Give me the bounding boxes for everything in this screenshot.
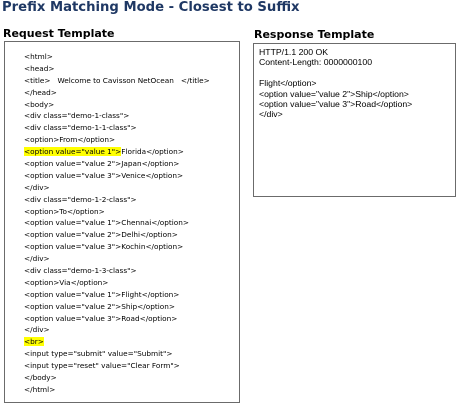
- code-text: </div>: [24, 325, 50, 335]
- code-text: <html>: [24, 52, 53, 61]
- request-template-heading: Request Template: [3, 27, 115, 40]
- response-line: <option value="value 2">Ship</option>: [259, 88, 409, 99]
- response-line: Content-Length: 0000000100: [259, 57, 373, 68]
- code-line: <div class="demo-1-1-class">: [24, 122, 210, 134]
- code-text: <option value="value 1">Chennai</option>: [24, 218, 189, 228]
- code-text: <option>To</option>: [24, 206, 105, 216]
- code-text: <div class="demo-1-class">: [24, 111, 130, 121]
- response-template-heading: Response Template: [254, 28, 375, 41]
- highlighted-match: <br>: [24, 337, 44, 347]
- code-text: <div class="demo-1-2-class">: [24, 194, 137, 204]
- code-line: <div class="demo-1-2-class">: [24, 194, 210, 206]
- code-line: <option value="value 3">Road</option>: [24, 313, 210, 325]
- code-line: <option>To</option>: [24, 206, 210, 218]
- code-text: </div>: [24, 254, 50, 264]
- code-text: <div class="demo-1-1-class">: [24, 123, 137, 133]
- response-template-box: HTTP/1.1 200 OK Content-Length: 000000010…: [253, 43, 456, 197]
- code-text: </div>: [24, 182, 50, 192]
- code-text: <body>: [24, 99, 55, 109]
- code-line: </div>: [24, 253, 210, 265]
- response-line: <option value="value 3">Road</option>: [259, 98, 413, 109]
- request-code-lines: <html> <head> <title> Welcome to Cavisson …: [24, 51, 210, 396]
- code-text: <option>Via</option>: [24, 277, 109, 287]
- code-text: <div class="demo-1-3-class">: [24, 266, 137, 276]
- code-line: <div class="demo-1-class">: [24, 110, 210, 122]
- code-text: <option>From</option>: [24, 135, 116, 145]
- code-line: </div>: [24, 324, 210, 336]
- code-text: <input type="reset" value="Clear Form">: [24, 361, 180, 371]
- code-line: </head>: [24, 87, 210, 99]
- code-text: <option value="value 1">Flight</option>: [24, 289, 180, 299]
- code-line: <head>: [24, 63, 210, 75]
- code-line: <option value="value 3">Kochin</option>: [24, 241, 210, 253]
- code-text: <option value="value 3">Venice</option>: [24, 170, 184, 180]
- response-line: HTTP/1.1 200 OK: [259, 47, 329, 57]
- request-template-box: <html> <head> <title> Welcome to Cavisson …: [4, 41, 240, 403]
- code-line: <br>: [24, 336, 210, 348]
- code-line: </div>: [24, 182, 210, 194]
- code-text: <option value="value 3">Road</option>: [24, 313, 178, 323]
- code-line: <html>: [24, 51, 210, 63]
- code-line: <option value="value 2">Delhi</option>: [24, 229, 210, 241]
- code-text: <option value="value 2">Ship</option>: [24, 301, 175, 311]
- response-line: Flight</option>: [259, 78, 317, 89]
- code-line: <option value="value 2">Ship</option>: [24, 301, 210, 313]
- code-text: <option value="value 2">Japan</option>: [24, 159, 180, 169]
- code-line: <body>: [24, 99, 210, 111]
- code-line: <option value="value 1">Flight</option>: [24, 289, 210, 301]
- code-text: <head>: [24, 63, 55, 73]
- code-text: <option value="value 3">Kochin</option>: [24, 242, 184, 252]
- code-text: <title> Welcome to Cavisson NetOcean </t…: [24, 75, 210, 85]
- code-text: </head>: [24, 87, 57, 97]
- page-title: Prefix Matching Mode - Closest to Suffix: [2, 0, 300, 15]
- code-line: <option value="value 2">Japan</option>: [24, 158, 210, 170]
- code-line: <option>From</option>: [24, 134, 210, 146]
- code-text: Florida</option>: [121, 147, 184, 157]
- code-line: <option value="value 3">Venice</option>: [24, 170, 210, 182]
- code-line: <option value="value 1">Florida</option>: [24, 146, 210, 158]
- code-line: <option value="value 1">Chennai</option>: [24, 217, 210, 229]
- code-text: <option value="value 2">Delhi</option>: [24, 230, 178, 240]
- code-line: </body>: [24, 372, 210, 384]
- code-text: <input type="submit" value="Submit">: [24, 349, 173, 359]
- code-line: <title> Welcome to Cavisson NetOcean </t…: [24, 75, 210, 87]
- code-text: </body>: [24, 373, 57, 383]
- code-line: <input type="reset" value="Clear Form">: [24, 360, 210, 372]
- code-text: </html>: [24, 384, 56, 394]
- response-line: </div>: [259, 109, 283, 120]
- code-line: <input type="submit" value="Submit">: [24, 348, 210, 360]
- code-line: <option>Via</option>: [24, 277, 210, 289]
- code-line: <div class="demo-1-3-class">: [24, 265, 210, 277]
- highlighted-match: <option value="value 1">: [24, 147, 122, 157]
- response-line: [259, 68, 412, 78]
- response-code-lines: HTTP/1.1 200 OK Content-Length: 000000010…: [259, 47, 412, 120]
- code-line: </html>: [24, 384, 210, 396]
